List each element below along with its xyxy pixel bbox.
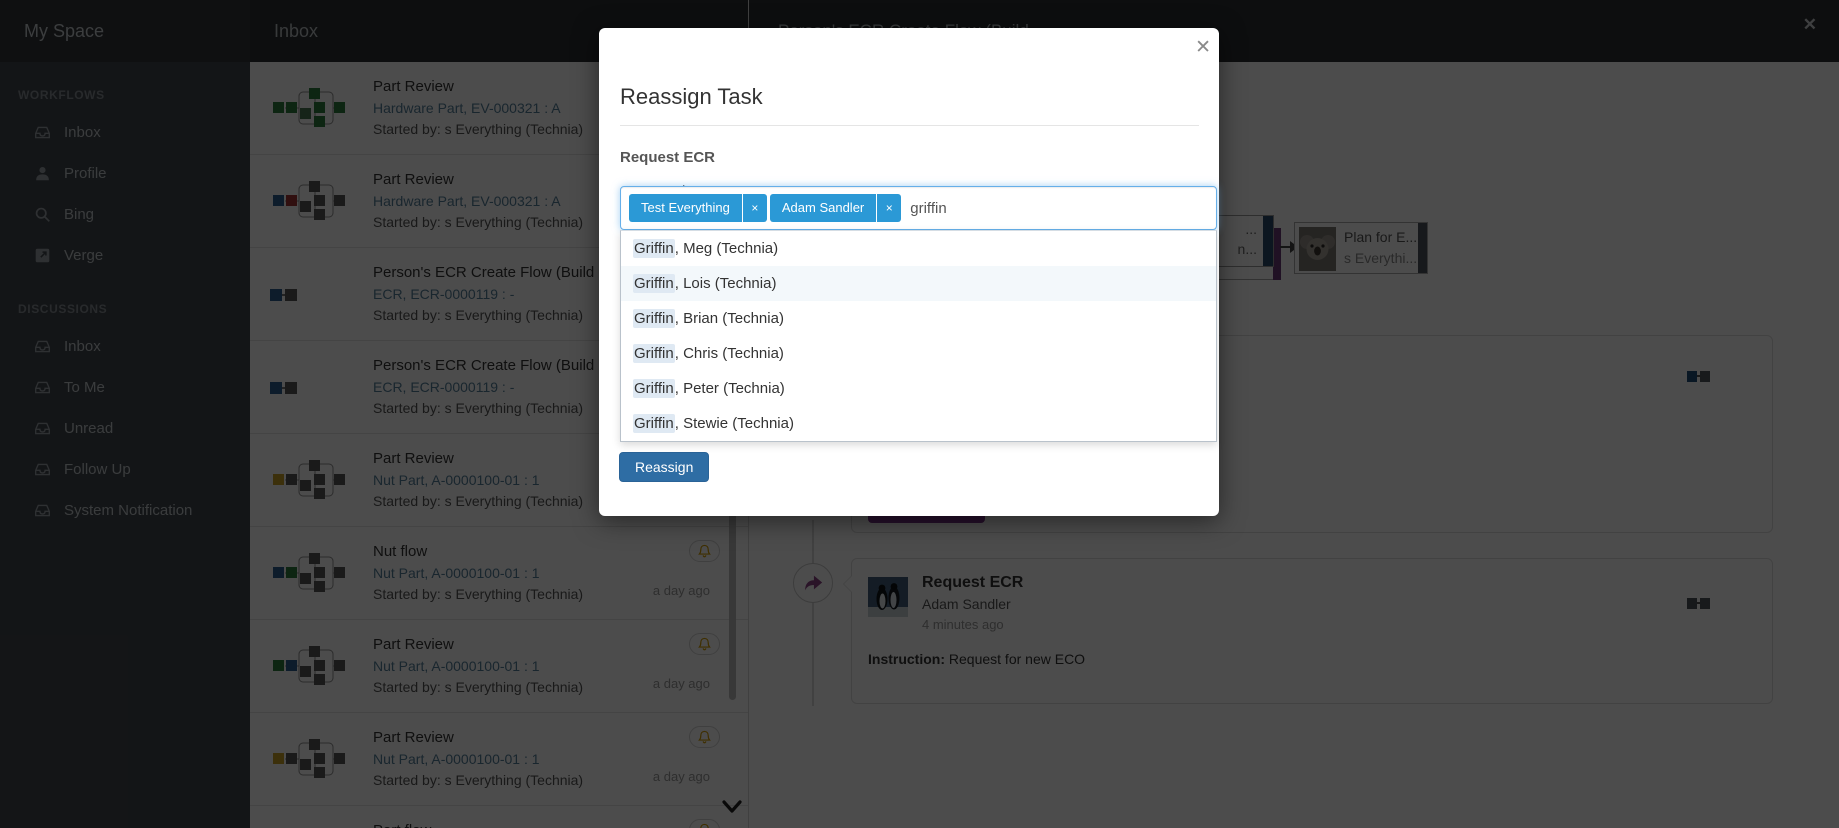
match-highlight: Griffin — [633, 344, 675, 363]
assignee-dropdown: Griffin, Meg (Technia)Griffin, Lois (Tec… — [620, 230, 1217, 442]
reassign-task-modal: ✕ Reassign Task Request ECR Assignees * … — [599, 28, 1219, 516]
divider — [620, 125, 1199, 126]
assignee-search-input[interactable] — [904, 200, 1208, 217]
match-highlight: Griffin — [633, 274, 675, 293]
close-icon[interactable]: ✕ — [1195, 38, 1211, 57]
assignee-tag-label: Test Everything — [629, 194, 742, 222]
assignee-tag-label: Adam Sandler — [770, 194, 876, 222]
match-highlight: Griffin — [633, 379, 675, 398]
app-root: My Space WORKFLOWSInboxProfileBingVergeD… — [0, 0, 1839, 828]
match-highlight: Griffin — [633, 239, 675, 258]
assignee-tags: Test Everything×Adam Sandler× — [629, 194, 904, 222]
assignee-option[interactable]: Griffin, Brian (Technia) — [621, 301, 1216, 336]
remove-tag-icon[interactable]: × — [876, 194, 901, 222]
modal-title: Reassign Task — [620, 84, 763, 110]
assignee-tag: Adam Sandler× — [770, 194, 901, 222]
match-highlight: Griffin — [633, 414, 675, 433]
match-highlight: Griffin — [633, 309, 675, 328]
assignee-tag: Test Everything× — [629, 194, 767, 222]
assignees-input[interactable]: Test Everything×Adam Sandler× — [620, 186, 1217, 230]
assignee-option[interactable]: Griffin, Peter (Technia) — [621, 371, 1216, 406]
remove-tag-icon[interactable]: × — [742, 194, 767, 222]
task-name-label: Request ECR — [620, 149, 715, 166]
assignee-option[interactable]: Griffin, Meg (Technia) — [621, 231, 1216, 266]
reassign-button[interactable]: Reassign — [619, 452, 709, 482]
assignee-option[interactable]: Griffin, Stewie (Technia) — [621, 406, 1216, 441]
assignee-option[interactable]: Griffin, Chris (Technia) — [621, 336, 1216, 371]
assignee-option[interactable]: Griffin, Lois (Technia) — [621, 266, 1216, 301]
